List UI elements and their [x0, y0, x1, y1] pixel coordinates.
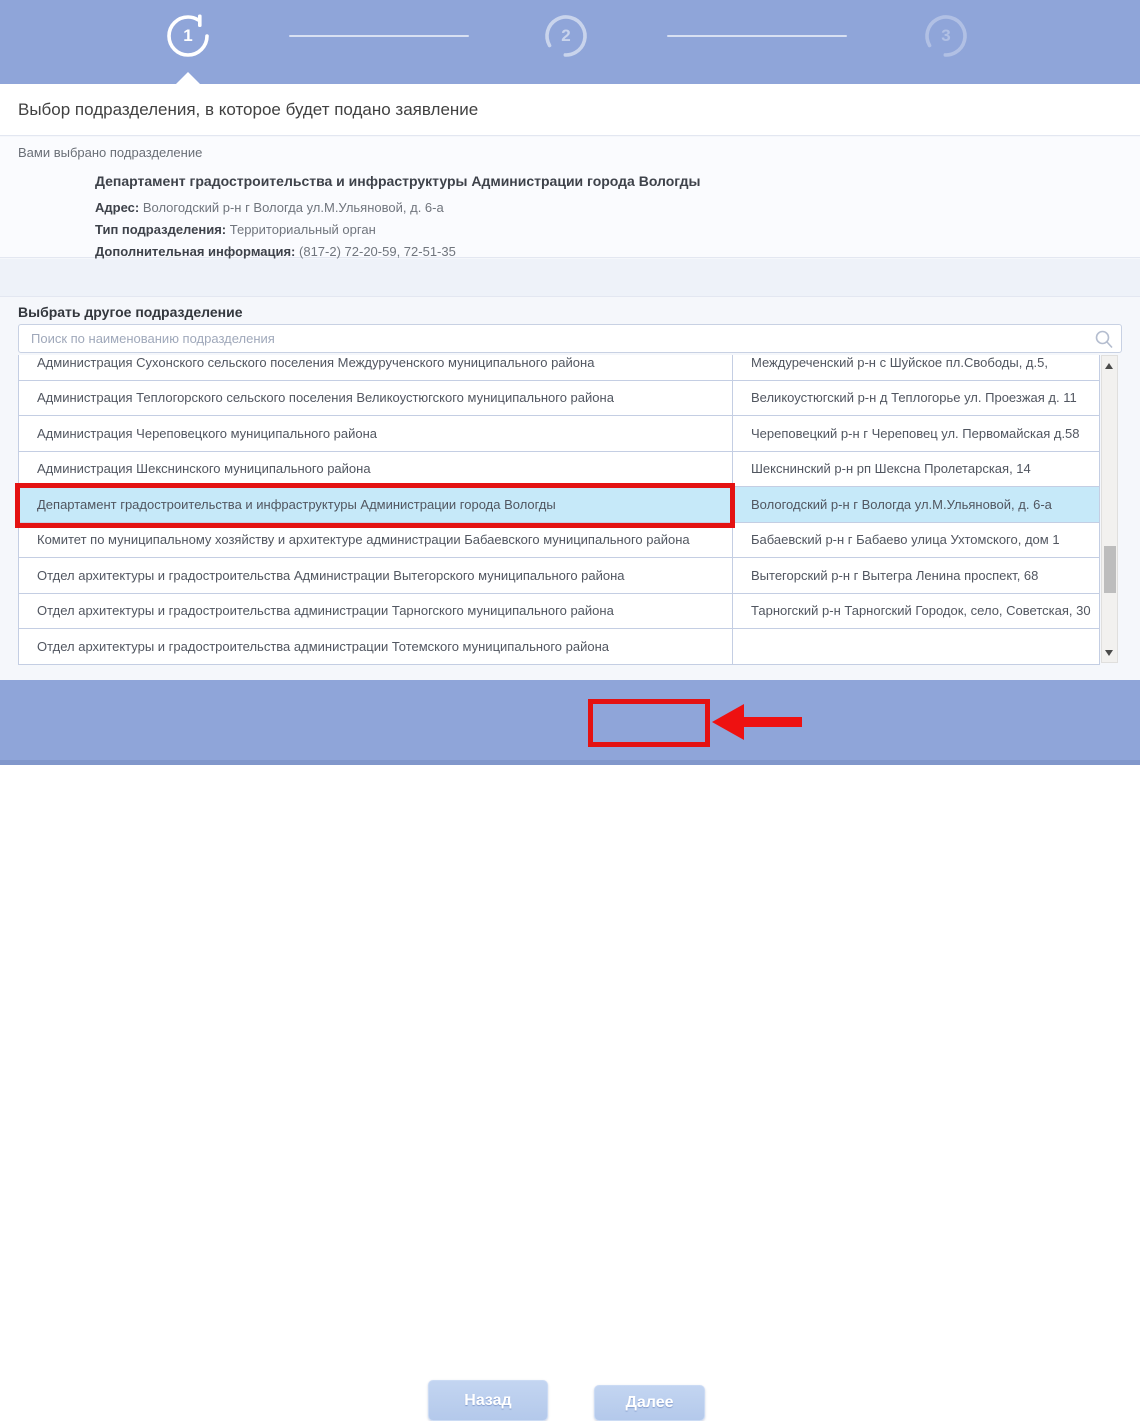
subdivision-address-cell: Вологодский р-н г Вологда ул.М.Ульяновой…	[733, 487, 1099, 522]
step-connector-line	[289, 35, 469, 37]
stepper-header: 1 2 3	[0, 0, 1140, 84]
subdivision-row[interactable]: Администрация Теплогорского сельского по…	[19, 381, 1099, 417]
address-label: Адрес:	[95, 200, 139, 215]
subdivision-row[interactable]: Администрация Сухонского сельского посел…	[19, 355, 1099, 381]
selected-subdivision-panel: Вами выбрано подразделение Департамент г…	[0, 137, 1140, 258]
selected-extra-line: Дополнительная информация: (817-2) 72-20…	[95, 244, 456, 259]
subdivision-name-cell: Департамент градостроительства и инфраст…	[19, 487, 733, 522]
wizard-page: 1 2 3 Выбор подразделения, в которое буд…	[0, 0, 1140, 765]
subdivision-name-cell: Отдел архитектуры и градостроительства а…	[19, 629, 733, 664]
subdivision-address-cell: Череповецкий р-н г Череповец ул. Первома…	[733, 416, 1099, 451]
step-indicator-1: 1	[165, 13, 211, 59]
type-label: Тип подразделения:	[95, 222, 226, 237]
step-indicator-3: 3	[923, 13, 969, 59]
title-band: Выбор подразделения, в которое будет под…	[0, 84, 1140, 136]
step-number: 1	[165, 13, 211, 59]
step-number: 2	[543, 13, 589, 59]
arrow-down-icon	[1105, 650, 1113, 656]
subdivision-name-cell: Отдел архитектуры и градостроительства А…	[19, 558, 733, 593]
selected-address-line: Адрес: Вологодский р-н г Вологда ул.М.Ул…	[95, 200, 444, 215]
subdivision-name-cell: Комитет по муниципальному хозяйству и ар…	[19, 523, 733, 558]
scroll-down-button[interactable]	[1102, 645, 1117, 660]
selected-intro-label: Вами выбрано подразделение	[18, 145, 202, 160]
subdivision-row[interactable]: Администрация Шекснинского муниципальног…	[19, 452, 1099, 488]
subdivision-row[interactable]: Отдел архитектуры и градостроительства а…	[19, 629, 1099, 665]
selected-subdivision-name: Департамент градостроительства и инфраст…	[95, 173, 700, 189]
next-button[interactable]: Далее	[594, 1385, 705, 1421]
subdivision-list: Администрация Сухонского сельского посел…	[18, 355, 1100, 665]
subdivision-row[interactable]: Администрация Череповецкого муниципально…	[19, 416, 1099, 452]
subdivision-name-cell: Администрация Шекснинского муниципальног…	[19, 452, 733, 487]
subdivision-address-cell: Шекснинский р-н рп Шексна Пролетарская, …	[733, 452, 1099, 487]
subdivision-address-cell: Вытегорский р-н г Вытегра Ленина проспек…	[733, 558, 1099, 593]
magnifier-icon	[1094, 329, 1114, 349]
section-divider-band	[0, 259, 1140, 297]
extra-info-label: Дополнительная информация:	[95, 244, 295, 259]
subdivision-search-input[interactable]	[18, 324, 1122, 353]
subdivision-name-cell: Администрация Сухонского сельского посел…	[19, 355, 733, 380]
subdivision-row[interactable]: Комитет по муниципальному хозяйству и ар…	[19, 523, 1099, 559]
subdivision-row[interactable]: Отдел архитектуры и градостроительства А…	[19, 558, 1099, 594]
extra-info-value: (817-2) 72-20-59, 72-51-35	[299, 244, 456, 259]
subdivision-address-cell: Великоустюгский р-н д Теплогорье ул. Про…	[733, 381, 1099, 416]
subdivision-name-cell: Администрация Теплогорского сельского по…	[19, 381, 733, 416]
footer-bar: Назад Далее	[0, 680, 1140, 765]
step-number: 3	[923, 13, 969, 59]
subdivision-address-cell: Тарногский р-н Тарногский Городок, село,…	[733, 594, 1099, 629]
type-value: Территориальный орган	[230, 222, 376, 237]
subdivision-address-cell: Бабаевский р-н г Бабаево улица Ухтомског…	[733, 523, 1099, 558]
subdivision-list-body: Администрация Сухонского сельского посел…	[19, 355, 1099, 665]
choose-other-subdivision-heading: Выбрать другое подразделение	[18, 304, 243, 320]
subdivision-row[interactable]: Отдел архитектуры и градостроительства а…	[19, 594, 1099, 630]
back-button[interactable]: Назад	[428, 1380, 548, 1421]
scroll-up-button[interactable]	[1102, 358, 1117, 373]
active-step-pointer	[176, 72, 200, 84]
selected-type-line: Тип подразделения: Территориальный орган	[95, 222, 376, 237]
page-title: Выбор подразделения, в которое будет под…	[18, 84, 478, 136]
subdivision-name-cell: Администрация Череповецкого муниципально…	[19, 416, 733, 451]
arrow-up-icon	[1105, 363, 1113, 369]
step-connector-line	[667, 35, 847, 37]
subdivision-name-cell: Отдел архитектуры и градостроительства а…	[19, 594, 733, 629]
scrollbar-thumb[interactable]	[1104, 546, 1116, 593]
subdivision-address-cell	[733, 629, 1099, 664]
subdivision-row[interactable]: Департамент градостроительства и инфраст…	[19, 487, 1099, 523]
step-indicator-2: 2	[543, 13, 589, 59]
subdivision-address-cell: Междуреченский р-н с Шуйское пл.Свободы,…	[733, 355, 1099, 380]
address-value: Вологодский р-н г Вологда ул.М.Ульяновой…	[143, 200, 444, 215]
vertical-scrollbar[interactable]	[1101, 355, 1118, 663]
